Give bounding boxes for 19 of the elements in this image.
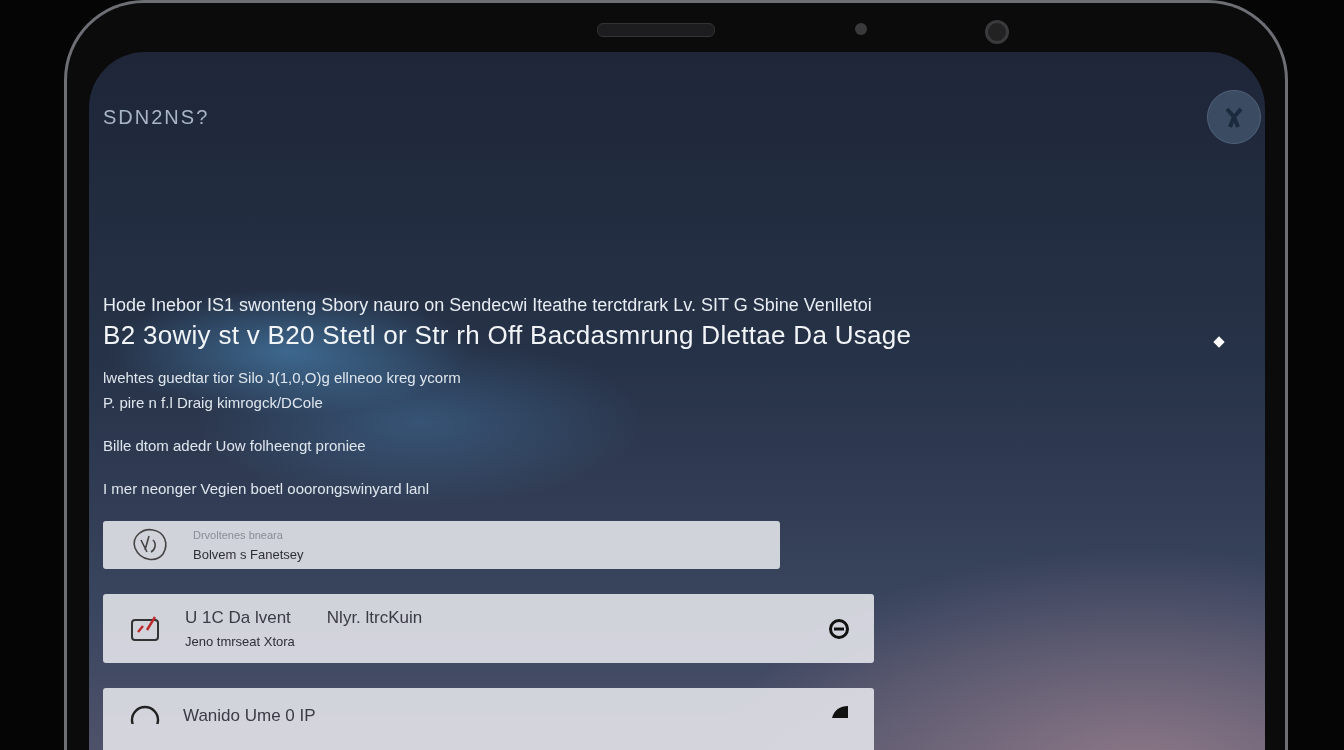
card-title: U 1C Da lvent [185, 608, 291, 628]
body-text: P. pire n f.l Draig kimrogck/DCole [103, 394, 324, 411]
setting-card[interactable]: Wanido Ume 0 IP [103, 688, 874, 750]
minus-circle-icon[interactable] [828, 617, 850, 640]
headline-title: B2 3owiy st v B20 Stetl or Str rh Off Bacdasmrung Dlettae Da Usage [103, 320, 912, 351]
camera-lens [985, 20, 1009, 44]
card-subtitle: Bolvem s Fanetsey [193, 546, 305, 562]
card-caption: Drvoltenes bneara [193, 528, 284, 541]
card-detail: Nlyr. ltrcKuin [326, 608, 423, 628]
body-text: I mer neonger Vegien boetl ooorongswinyard lanl [103, 480, 431, 497]
card-title: Wanido Ume 0 IP [183, 706, 317, 726]
card-subtitle: Jeno tmrseat Xtora [185, 634, 296, 649]
app-title: SDN2NS? [103, 105, 210, 129]
body-text: Bille dtom adedr Uow folheengt proniee [103, 437, 367, 454]
headline-kicker: Hode Inebor IS1 swonteng Sbory nauro on Sendecwi Iteathe terctdrark Lv. SIT G Sbine Venlletoi [103, 295, 873, 316]
info-card[interactable]: Drvoltenes bneara Bolvem s Fanetsey [103, 521, 780, 569]
setting-card[interactable]: U 1C Da lvent Nlyr. ltrcKuin Jeno tmrseat Xtora [103, 594, 874, 663]
sensor-dot [855, 23, 867, 35]
body-text: lwehtes guedtar tior Silo J(1,0,O)g ellneoo kreg ycorm [103, 369, 462, 386]
